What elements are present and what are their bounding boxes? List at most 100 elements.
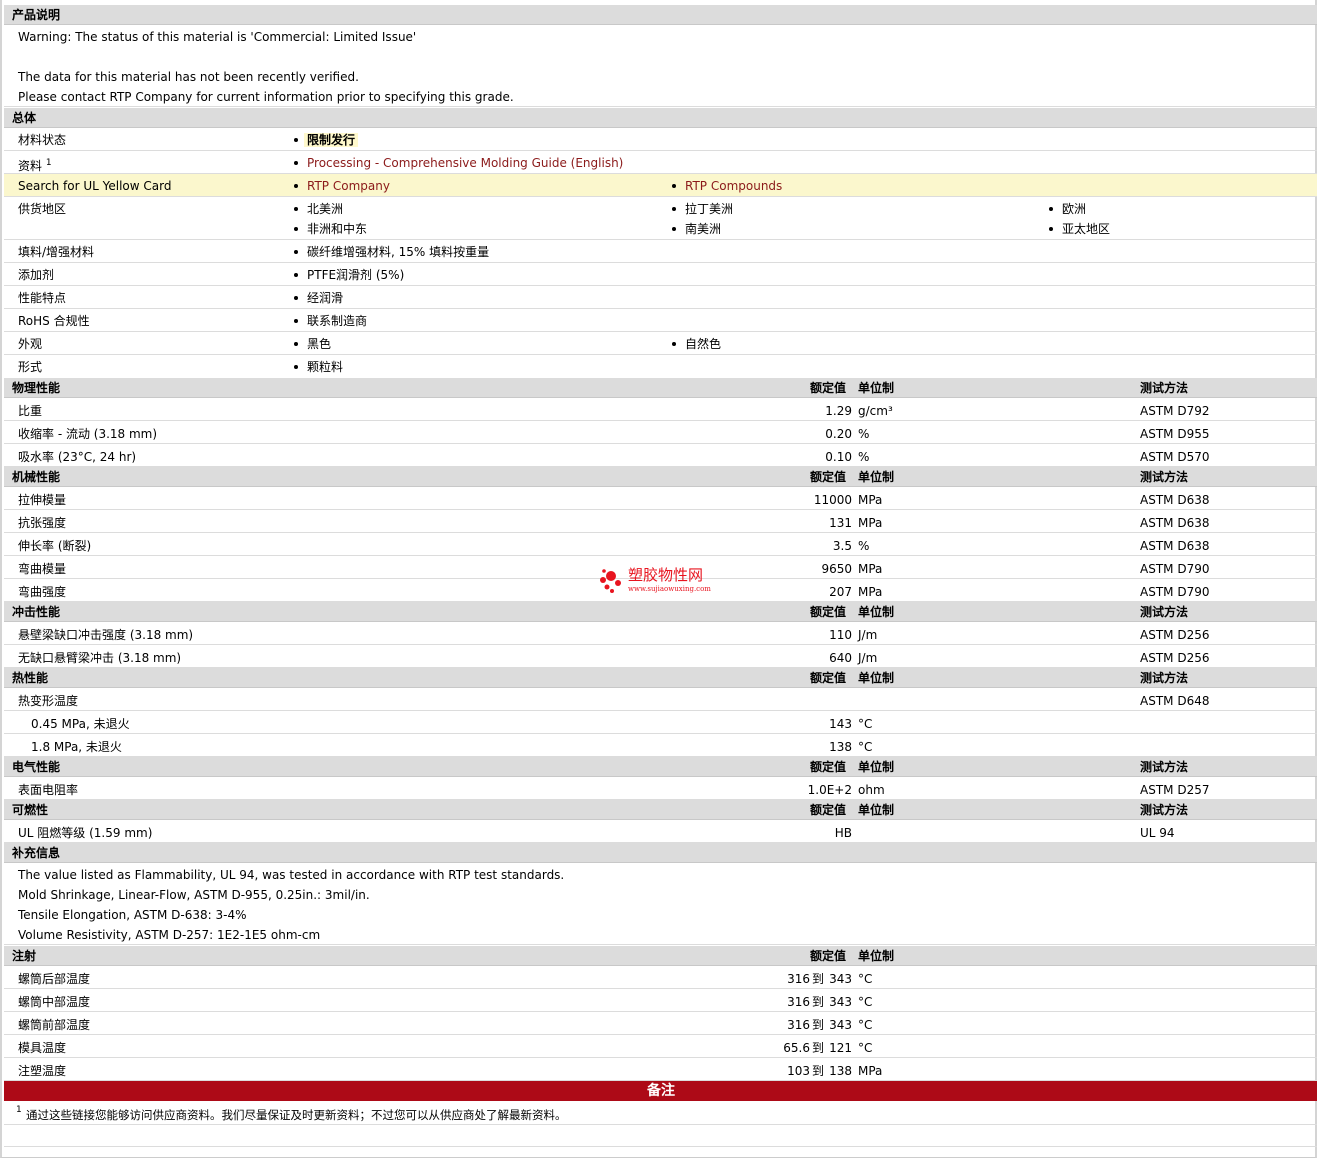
region-item: 南美洲	[671, 222, 721, 236]
region-item: 北美洲	[293, 202, 343, 216]
property-value: 640	[829, 651, 852, 665]
range-min: 103	[787, 1064, 810, 1078]
row-label: 供货地区	[18, 202, 67, 216]
section-title: 机械性能	[12, 470, 61, 484]
test-method: ASTM D638	[1140, 516, 1210, 530]
injection-unit: °C	[858, 972, 873, 986]
col-nominal-header: 额定值	[810, 381, 847, 395]
row-features: 性能特点 经润滑	[4, 286, 1317, 309]
test-method: ASTM D256	[1140, 651, 1210, 665]
appearance-value: 黑色	[293, 337, 331, 351]
property-value: 3.5	[832, 539, 852, 553]
row-resources: 资料 1 Processing - Comprehensive Molding …	[4, 151, 1317, 174]
test-method: ASTM D257	[1140, 783, 1210, 797]
col-nominal-header: 额定值	[810, 760, 847, 774]
row-label: 资料 1	[18, 156, 52, 173]
row-form: 形式 颗粒料	[4, 355, 1317, 378]
range-max: 343	[829, 995, 852, 1009]
rohs-value: 联系制造商	[293, 314, 367, 328]
property-value: 207	[829, 585, 852, 599]
col-unit-header: 单位制	[858, 381, 895, 395]
property-row: UL 阻燃等级 (1.59 mm) HB UL 94	[4, 820, 1317, 843]
test-method: ASTM D638	[1140, 493, 1210, 507]
property-row: 伸长率 (断裂) 3.5% ASTM D638	[4, 533, 1317, 556]
property-label: UL 阻燃等级 (1.59 mm)	[18, 826, 153, 840]
property-label: 收缩率 - 流动 (3.18 mm)	[18, 427, 158, 441]
col-method-header: 测试方法	[1140, 803, 1189, 817]
section-title: 热性能	[12, 671, 49, 685]
injection-row: 模具温度 65.6 到 121 °C	[4, 1035, 1317, 1058]
footnote-number: 1	[16, 1105, 22, 1115]
property-row: 表面电阻率 1.0E+2 ohm ASTM D257	[4, 777, 1317, 800]
section-title: 产品说明	[12, 8, 61, 22]
property-unit: J/m	[858, 628, 878, 642]
test-method: ASTM D648	[1140, 694, 1210, 708]
processing-guide-link[interactable]: Processing - Comprehensive Molding Guide…	[293, 156, 623, 170]
region-item: 欧洲	[1048, 202, 1086, 216]
section-header-mechanical: 机械性能 额定值 单位制 测试方法	[4, 467, 1317, 487]
property-label: 拉伸模量	[18, 493, 67, 507]
row-appearance: 外观 黑色 自然色	[4, 332, 1317, 355]
watermark-logo: 塑胶物性网 www.sujiaowuxing.com	[598, 563, 738, 597]
row-label: 性能特点	[18, 291, 67, 305]
col-nominal-header: 额定值	[810, 470, 847, 484]
region-item: 拉丁美洲	[671, 202, 733, 216]
section-title: 总体	[12, 111, 37, 125]
section-header-injection: 注射 额定值 单位制	[4, 946, 1317, 966]
col-nominal-header: 额定值	[810, 949, 847, 963]
property-row: 抗张强度 131 MPa ASTM D638	[4, 510, 1317, 533]
property-label: 悬壁梁缺口冲击强度 (3.18 mm)	[18, 628, 194, 642]
property-label: 弯曲模量	[18, 562, 67, 576]
col-nominal-header: 额定值	[810, 605, 847, 619]
row-material-status: 材料状态 限制发行	[4, 128, 1317, 151]
row-label: 材料状态	[18, 133, 67, 147]
footnote-text: 通过这些链接您能够访问供应商资料。我们尽量保证及时更新资料；不过您可以从供应商处…	[26, 1108, 567, 1122]
injection-row: 螺筒中部温度 316 到 343 °C	[4, 989, 1317, 1012]
col-method-header: 测试方法	[1140, 470, 1189, 484]
property-row: 热变形温度 ASTM D648	[4, 688, 1317, 711]
section-title: 补充信息	[12, 846, 61, 860]
injection-label: 螺筒前部温度	[18, 1018, 91, 1032]
property-value: 1.0E+2	[807, 783, 852, 797]
range-to: 到	[812, 972, 825, 986]
col-unit-header: 单位制	[858, 671, 895, 685]
row-label: 形式	[18, 360, 43, 374]
test-method: ASTM D955	[1140, 427, 1210, 441]
resources-label: 资料	[18, 159, 43, 173]
injection-unit: °C	[858, 1018, 873, 1032]
section-title: 电气性能	[12, 760, 61, 774]
notes-header: 备注	[4, 1081, 1317, 1101]
section-header-general: 总体	[4, 108, 1317, 128]
section-title: 可燃性	[12, 803, 49, 817]
property-value: 143	[829, 717, 852, 731]
rtp-compounds-link[interactable]: RTP Compounds	[671, 179, 782, 193]
section-header-electrical: 电气性能 额定值 单位制 测试方法	[4, 757, 1317, 777]
injection-unit: °C	[858, 995, 873, 1009]
property-unit: MPa	[858, 493, 883, 507]
range-min: 65.6	[783, 1041, 810, 1055]
section-title: 冲击性能	[12, 605, 61, 619]
property-label: 热变形温度	[18, 694, 79, 708]
supplemental-line: Tensile Elongation, ASTM D-638: 3-4%	[18, 908, 247, 922]
property-unit: °C	[858, 717, 873, 731]
injection-label: 螺筒后部温度	[18, 972, 91, 986]
property-value: 138	[829, 740, 852, 754]
injection-label: 模具温度	[18, 1041, 67, 1055]
property-value: 9650	[821, 562, 852, 576]
property-row: 0.45 MPa, 未退火 143 °C	[4, 711, 1317, 734]
property-unit: %	[858, 450, 870, 464]
rtp-company-link[interactable]: RTP Company	[293, 179, 390, 193]
additive-value: PTFE润滑剂 (5%)	[293, 268, 404, 282]
not-verified-note: The data for this material has not been …	[18, 70, 359, 84]
property-label: 比重	[18, 404, 43, 418]
row-filler: 填料/增强材料 碳纤维增强材料, 15% 填料按重量	[4, 240, 1317, 263]
filler-value: 碳纤维增强材料, 15% 填料按重量	[293, 245, 489, 259]
col-method-header: 测试方法	[1140, 671, 1189, 685]
appearance-value: 自然色	[671, 337, 721, 351]
property-row: 拉伸模量 11000 MPa ASTM D638	[4, 487, 1317, 510]
row-label: 外观	[18, 337, 43, 351]
supplemental-line: The value listed as Flammability, UL 94,…	[18, 868, 565, 882]
property-unit: MPa	[858, 585, 883, 599]
features-value: 经润滑	[293, 291, 343, 305]
section-header-description: 产品说明	[4, 5, 1317, 25]
